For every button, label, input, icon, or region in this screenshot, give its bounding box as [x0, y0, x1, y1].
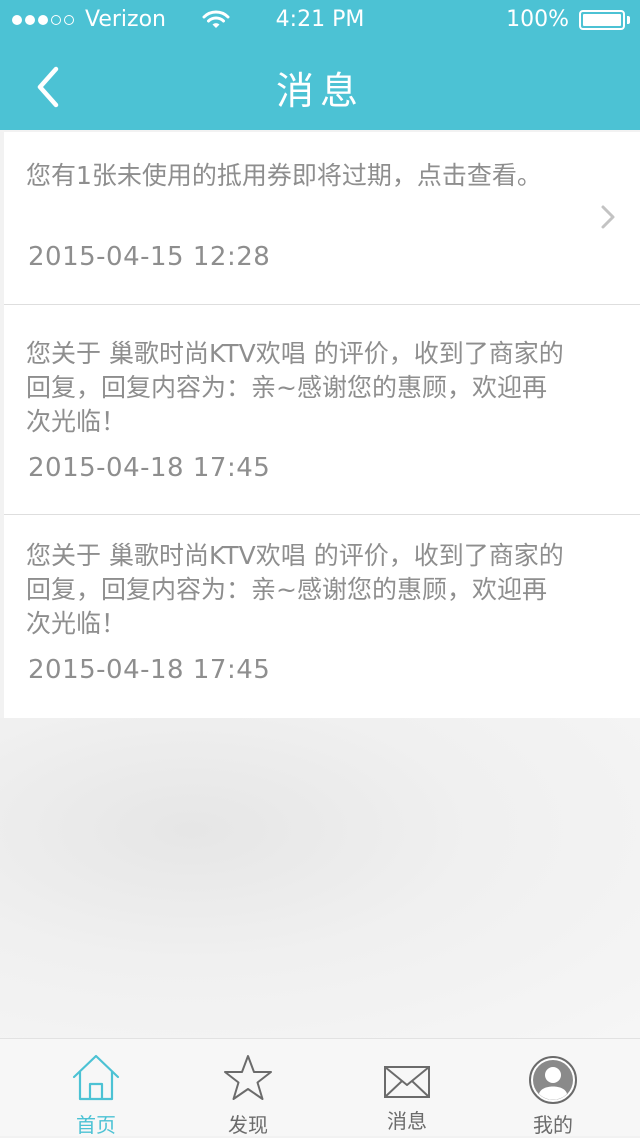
tab-bar: 首页 发现 消息 我的: [0, 1038, 640, 1137]
message-text: 您关于 巢歌时尚KTV欢唱 的评价，收到了商家的回复，回复内容为：亲~感谢您的惠…: [26, 339, 564, 436]
avatar-icon: [529, 1056, 577, 1104]
page-title: 消息: [275, 69, 364, 113]
battery-percentage: 100%: [506, 7, 569, 32]
message-time: 2015-04-18 17:45: [28, 655, 271, 685]
home-icon: [72, 1054, 120, 1101]
status-right: 100%: [506, 0, 630, 40]
navigation-bar: 消息: [0, 40, 640, 130]
message-item[interactable]: 您关于 巢歌时尚KTV欢唱 的评价，收到了商家的回复，回复内容为：亲~感谢您的惠…: [4, 515, 640, 718]
status-bar: Verizon 4:21 PM 100%: [0, 0, 640, 40]
message-list: 您有1张未使用的抵用券即将过期，点击查看。 2015-04-15 12:28 您…: [4, 132, 640, 718]
chevron-right-icon: [601, 205, 615, 229]
message-time: 2015-04-15 12:28: [28, 242, 271, 272]
message-time: 2015-04-18 17:45: [28, 453, 271, 483]
tab-me-label: 我的: [533, 1113, 573, 1137]
message-item[interactable]: 您有1张未使用的抵用券即将过期，点击查看。 2015-04-15 12:28: [4, 132, 640, 305]
tab-me[interactable]: 我的: [503, 1039, 603, 1137]
battery-icon: [579, 10, 625, 30]
battery-fill: [583, 14, 621, 26]
tab-home-label: 首页: [76, 1113, 116, 1137]
tab-home[interactable]: 首页: [46, 1039, 146, 1137]
tab-discover[interactable]: 发现: [198, 1039, 298, 1137]
battery-tip: [627, 16, 630, 24]
message-text: 您有1张未使用的抵用券即将过期，点击查看。: [26, 161, 542, 190]
envelope-icon: [384, 1066, 430, 1098]
empty-background: [0, 718, 640, 1038]
message-item[interactable]: 您关于 巢歌时尚KTV欢唱 的评价，收到了商家的回复，回复内容为：亲~感谢您的惠…: [4, 305, 640, 515]
star-icon: [224, 1055, 272, 1100]
tab-messages-label: 消息: [387, 1109, 427, 1133]
message-text: 您关于 巢歌时尚KTV欢唱 的评价，收到了商家的回复，回复内容为：亲~感谢您的惠…: [26, 541, 564, 638]
header: Verizon 4:21 PM 100% 消息: [0, 0, 640, 130]
tab-messages[interactable]: 消息: [357, 1039, 457, 1137]
tab-discover-label: 发现: [228, 1113, 268, 1137]
